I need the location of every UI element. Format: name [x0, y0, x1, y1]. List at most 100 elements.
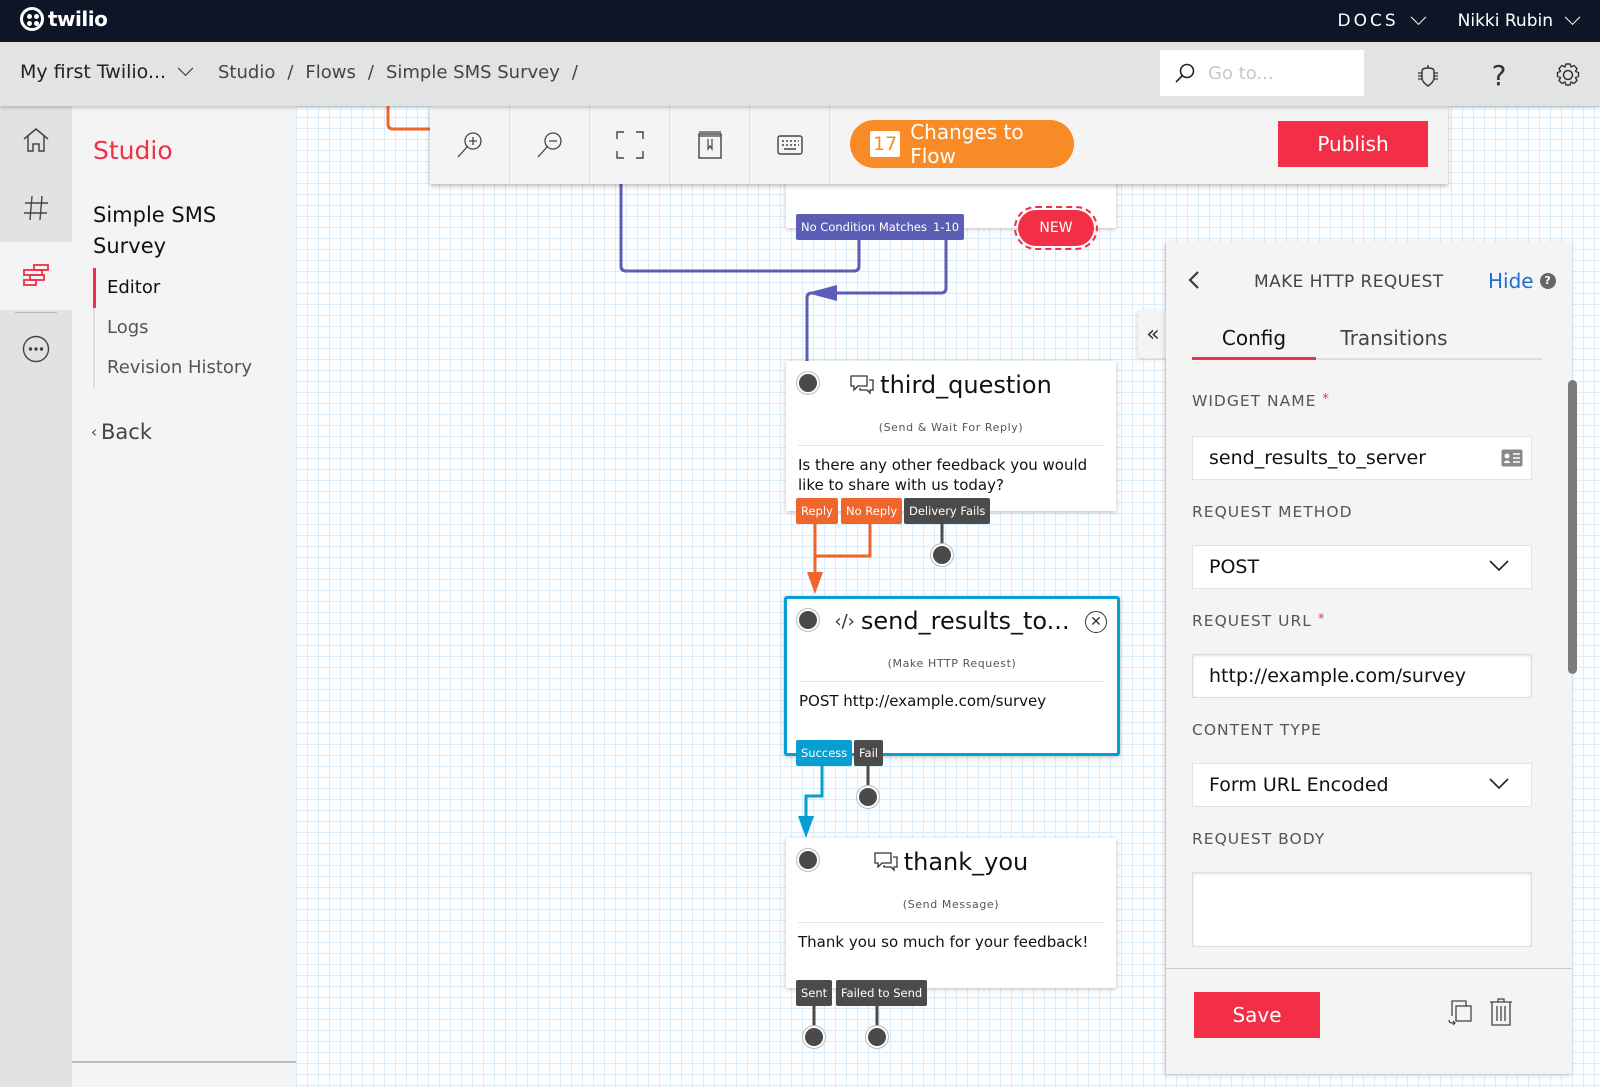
output-connector[interactable]	[805, 1028, 823, 1046]
breadcrumb-studio[interactable]: Studio	[218, 62, 275, 83]
debugger-button[interactable]	[1413, 60, 1443, 90]
rail-more[interactable]	[0, 315, 72, 383]
back-link[interactable]: ‹ Back	[91, 420, 152, 444]
widget-name-input[interactable]	[1209, 447, 1489, 469]
output-connector[interactable]	[933, 546, 951, 564]
breadcrumb-flow-name[interactable]: Simple SMS Survey	[386, 62, 560, 83]
changes-label: Changes to Flow	[910, 120, 1024, 168]
twilio-logo[interactable]: twilio	[20, 7, 108, 31]
sidebar-item-editor[interactable]: Editor	[93, 268, 252, 308]
request-url-field[interactable]	[1192, 654, 1532, 698]
breadcrumb-flows[interactable]: Flows	[305, 62, 355, 83]
home-icon	[23, 128, 49, 152]
tab-config[interactable]: Config	[1192, 322, 1316, 360]
goto-search-input[interactable]	[1208, 62, 1348, 84]
sidebar-item-revision-history[interactable]: Revision History	[95, 348, 252, 388]
studio-sidebar: Studio Simple SMS Survey Editor Logs Rev…	[72, 106, 296, 1087]
wire-1-10	[805, 240, 948, 361]
transition-delivery-fails[interactable]: Delivery Fails	[904, 498, 991, 524]
delete-widget-button[interactable]	[1488, 998, 1514, 1030]
gear-icon	[1556, 63, 1580, 86]
settings-button[interactable]	[1553, 60, 1583, 90]
hide-panel-link[interactable]: Hide ?	[1488, 269, 1556, 293]
tab-transitions[interactable]: Transitions	[1316, 322, 1472, 358]
rail-studio[interactable]	[0, 242, 72, 310]
wire-arrow-orange	[807, 572, 823, 594]
wire-arrow-purple	[807, 285, 837, 301]
transition-failed-to-send[interactable]: Failed to Send	[836, 980, 928, 1006]
transition-1-10[interactable]: 1-10	[928, 214, 965, 240]
widget-type: (Send Message)	[902, 898, 1000, 911]
chevron-down-icon	[177, 59, 194, 76]
goto-search[interactable]	[1160, 50, 1364, 96]
docs-menu[interactable]: DOCS	[1337, 8, 1426, 31]
request-method-select[interactable]: POST	[1192, 545, 1532, 589]
back-label: Back	[101, 420, 152, 444]
save-button[interactable]: Save	[1194, 992, 1320, 1038]
widget-body: Is there any other feedback you would li…	[798, 456, 1088, 494]
transition-reply[interactable]: Reply	[796, 498, 838, 524]
request-method-label: REQUEST METHOD	[1192, 503, 1353, 521]
message-bubbles-icon	[874, 852, 898, 872]
sidebar-item-logs[interactable]: Logs	[95, 308, 252, 348]
content-type-select[interactable]: Form URL Encoded	[1192, 763, 1532, 807]
widget-name-field[interactable]	[1192, 436, 1532, 480]
message-bubbles-icon	[850, 375, 874, 395]
widget-inspector-panel: MAKE HTTP REQUEST Hide ? Config Transiti…	[1166, 242, 1572, 1074]
transition-no-reply[interactable]: No Reply	[841, 498, 903, 524]
sidebar-nav: Editor Logs Revision History	[93, 268, 252, 388]
changes-count: 17	[870, 131, 901, 157]
fit-to-screen-button[interactable]	[590, 106, 670, 184]
widget-name-label-text: WIDGET NAME	[1192, 392, 1317, 410]
close-icon: ✕	[1090, 614, 1102, 630]
publish-button[interactable]: Publish	[1278, 121, 1428, 167]
docs-label: DOCS	[1337, 11, 1399, 31]
output-connector[interactable]	[868, 1028, 886, 1046]
logo-text: twilio	[48, 7, 108, 31]
widget-thank-you[interactable]: thank_you (Send Message) Thank you so mu…	[786, 838, 1116, 988]
twilio-logo-icon	[20, 7, 44, 31]
bug-icon	[1418, 65, 1438, 87]
widget-third-question[interactable]: third_question (Send & Wait For Reply) I…	[786, 361, 1116, 511]
output-connector[interactable]	[859, 788, 877, 806]
more-icon	[22, 335, 50, 363]
widget-type: (Send & Wait For Reply)	[878, 421, 1024, 434]
wire-orange-top	[386, 106, 436, 131]
collapse-panel-button[interactable]: «	[1138, 310, 1168, 358]
request-url-input[interactable]	[1209, 665, 1489, 687]
wire-reply	[813, 524, 872, 558]
transition-sent[interactable]: Sent	[796, 980, 833, 1006]
new-widget-badge[interactable]: NEW	[1014, 206, 1098, 250]
chevron-down-icon	[1564, 8, 1581, 25]
request-body-label: REQUEST BODY	[1192, 830, 1326, 848]
panel-back-button[interactable]	[1188, 270, 1200, 296]
account-label: My first Twilio...	[20, 61, 167, 83]
chevron-down-icon	[1410, 8, 1426, 25]
transition-fail[interactable]: Fail	[854, 740, 883, 766]
account-switcher[interactable]: My first Twilio...	[20, 59, 194, 83]
request-url-label: REQUEST URL *	[1192, 612, 1325, 630]
help-button[interactable]: ?	[1484, 59, 1514, 92]
changes-to-flow-button[interactable]: 17 Changes to Flow	[850, 120, 1074, 168]
keyboard-icon	[776, 135, 803, 155]
hide-label: Hide	[1488, 269, 1534, 293]
wire-arrow-blue	[798, 816, 814, 838]
trash-icon	[1490, 998, 1512, 1026]
transition-success[interactable]: Success	[796, 740, 853, 766]
zoom-in-button[interactable]	[430, 106, 510, 184]
widget-library-button[interactable]	[670, 106, 750, 184]
widget-send-results-to-server[interactable]: ‹/› send_results_to... ✕ (Make HTTP Requ…	[784, 596, 1120, 756]
duplicate-widget-button[interactable]	[1446, 998, 1474, 1030]
keyboard-shortcuts-button[interactable]	[750, 106, 830, 184]
transition-no-condition-matches[interactable]: No Condition Matches	[796, 214, 932, 240]
user-menu[interactable]: Nikki Rubin	[1458, 8, 1581, 31]
rail-home[interactable]	[0, 106, 72, 174]
sub-header: My first Twilio... Studio / Flows / Simp…	[0, 42, 1600, 106]
rail-phone-numbers[interactable]	[0, 174, 72, 242]
panel-scrollbar[interactable]	[1568, 380, 1577, 674]
zoom-out-button[interactable]	[510, 106, 590, 184]
request-body-textarea[interactable]	[1192, 872, 1532, 947]
chevron-down-icon	[1489, 778, 1509, 790]
help-circle-icon[interactable]: ?	[1539, 273, 1556, 289]
delete-widget-button[interactable]: ✕	[1085, 611, 1107, 633]
